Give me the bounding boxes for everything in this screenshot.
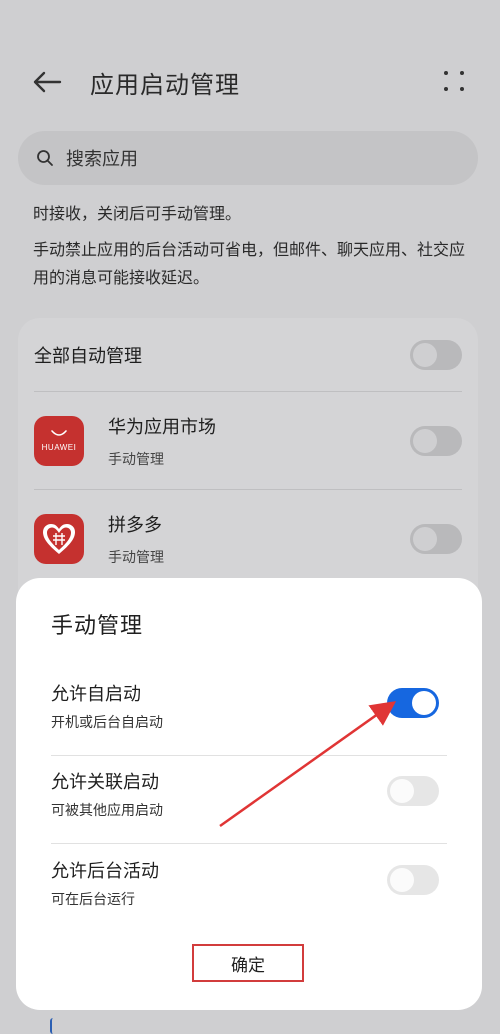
option-allow-background-activity[interactable]: 允许后台活动 可在后台运行	[51, 845, 447, 933]
header: 应用启动管理	[30, 60, 470, 104]
app-name: 拼多多	[108, 515, 162, 536]
app-list-card: 全部自动管理 HUAWEI 华为应用市场 手动管理 拼多多 手动管理	[18, 318, 478, 618]
app-toggle[interactable]	[410, 524, 462, 554]
auto-manage-all-row[interactable]: 全部自动管理	[34, 318, 462, 392]
search-input[interactable]: 搜索应用	[18, 131, 478, 185]
list-item[interactable]: 拼多多 手动管理	[34, 490, 462, 588]
dialog-title: 手动管理	[51, 614, 144, 639]
huawei-appgallery-icon: HUAWEI	[34, 415, 84, 466]
search-icon	[37, 150, 53, 166]
auto-manage-all-toggle[interactable]	[410, 339, 462, 370]
partial-icon	[50, 1018, 56, 1034]
description-line-1: 时接收，关闭后可手动管理。	[33, 204, 242, 223]
auto-start-toggle[interactable]	[387, 688, 439, 718]
option-label: 允许自启动	[51, 684, 141, 705]
option-description: 可被其他应用启动	[51, 803, 163, 819]
app-brand-text: HUAWEI	[41, 443, 77, 452]
option-label: 允许后台活动	[51, 861, 159, 882]
page-title: 应用启动管理	[90, 70, 240, 99]
manual-management-dialog: 手动管理 允许自启动 开机或后台自启动 允许关联启动 可被其他应用启动 允许后台…	[16, 578, 482, 1010]
option-description: 开机或后台自启动	[51, 715, 163, 731]
description-line-2: 手动禁止应用的后台活动可省电，但邮件、聊天应用、社交应用的消息可能接收延迟。	[33, 240, 466, 287]
associated-start-toggle[interactable]	[387, 776, 439, 806]
app-status: 手动管理	[108, 451, 164, 468]
background-activity-toggle[interactable]	[387, 865, 439, 895]
option-allow-auto-start[interactable]: 允许自启动 开机或后台自启动	[51, 668, 447, 756]
pinduoduo-icon	[34, 514, 84, 564]
more-options-icon[interactable]	[440, 67, 470, 97]
app-start-management-screen: 应用启动管理 搜索应用 时接收，关闭后可手动管理。 手动禁止应用的后台活动可省电…	[0, 0, 500, 1034]
list-item[interactable]: HUAWEI 华为应用市场 手动管理	[34, 392, 462, 490]
back-arrow-icon[interactable]	[30, 65, 64, 99]
option-description: 可在后台运行	[51, 892, 135, 908]
search-placeholder: 搜索应用	[66, 149, 138, 170]
app-toggle[interactable]	[410, 425, 462, 456]
auto-manage-all-label: 全部自动管理	[34, 345, 142, 367]
app-name: 华为应用市场	[108, 416, 216, 438]
option-label: 允许关联启动	[51, 772, 159, 793]
app-status: 手动管理	[108, 550, 164, 566]
option-allow-associated-start[interactable]: 允许关联启动 可被其他应用启动	[51, 756, 447, 844]
confirm-button[interactable]: 确定	[192, 944, 304, 982]
